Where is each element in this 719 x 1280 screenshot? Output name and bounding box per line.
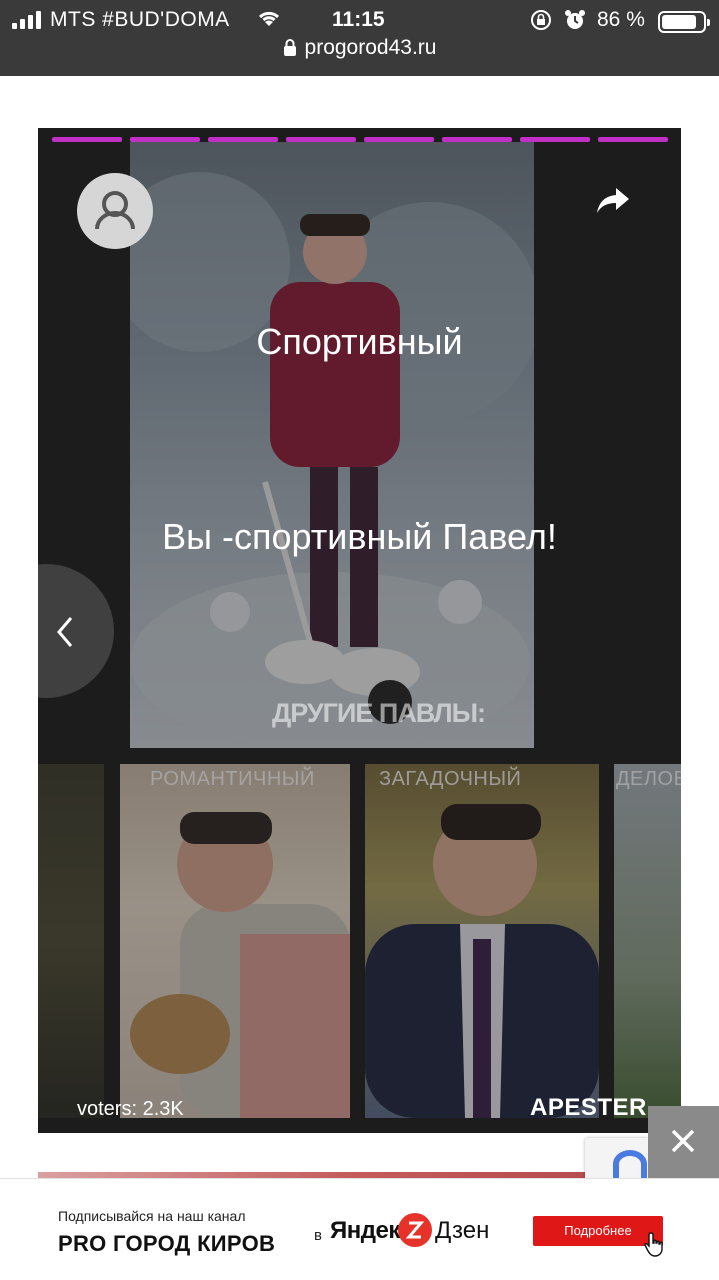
- zen-logo-icon: [398, 1213, 432, 1247]
- user-icon: [95, 191, 135, 230]
- ad-banner[interactable]: Подписывайся на наш канал PRO ГОРОД КИРО…: [0, 1178, 719, 1280]
- battery-icon: [658, 11, 710, 33]
- ad-subtitle: Подписывайся на наш канал: [58, 1208, 246, 1224]
- progress-segment: [598, 137, 668, 142]
- padlock-icon: [283, 39, 296, 56]
- progress-segment: [130, 137, 200, 142]
- chevron-left-icon: [57, 617, 73, 647]
- progress-segment: [208, 137, 278, 142]
- progress-segment: [364, 137, 434, 142]
- rotation-lock-icon: [531, 10, 551, 30]
- browser-top-bar: MTS #BUD'DOMA 11:15 86 % progorod43.ru: [0, 0, 719, 76]
- cell-signal-icon: [12, 11, 44, 29]
- battery-percent: 86 %: [597, 8, 645, 31]
- other-pavels-label: ДРУГИЕ ПАВЛЫ:: [272, 698, 486, 728]
- progress-segment: [442, 137, 512, 142]
- wifi-icon: [258, 11, 280, 26]
- dim-overlay: [38, 128, 681, 1133]
- story-widget[interactable]: РОМАНТИЧНЫЙ ЗАГАДОЧНЫЙ ДЕЛОВОЙ: [38, 128, 681, 1133]
- status-bar: MTS #BUD'DOMA 11:15 86 %: [0, 6, 719, 34]
- ad-channel-name: PRO ГОРОД КИРОВ: [58, 1231, 276, 1256]
- close-icon: [671, 1129, 695, 1153]
- story-title: Спортивный: [256, 321, 463, 362]
- voters-count: voters: 2.3K: [77, 1098, 184, 1120]
- zen-logo-text: Дзен: [435, 1217, 490, 1244]
- share-icon[interactable]: [596, 186, 630, 214]
- clock: 11:15: [332, 8, 385, 31]
- story-progress-bar: [52, 137, 668, 142]
- url-text: progorod43.ru: [304, 36, 437, 59]
- carrier-name: MTS #BUD'DOMA: [50, 8, 230, 31]
- alarm-icon: [565, 10, 585, 29]
- progress-segment: [52, 137, 122, 142]
- result-text: Вы -спортивный Павел!: [162, 516, 557, 557]
- progress-segment: [520, 137, 590, 142]
- recaptcha-badge: [585, 1138, 648, 1178]
- hand-cursor-icon: [644, 1232, 663, 1257]
- ad-in-text: в: [314, 1227, 322, 1244]
- url-bar[interactable]: progorod43.ru: [0, 36, 719, 68]
- apester-logo[interactable]: APESTER: [530, 1094, 647, 1122]
- ad-close-button[interactable]: [648, 1106, 719, 1178]
- user-avatar[interactable]: [77, 173, 153, 249]
- progress-segment: [286, 137, 356, 142]
